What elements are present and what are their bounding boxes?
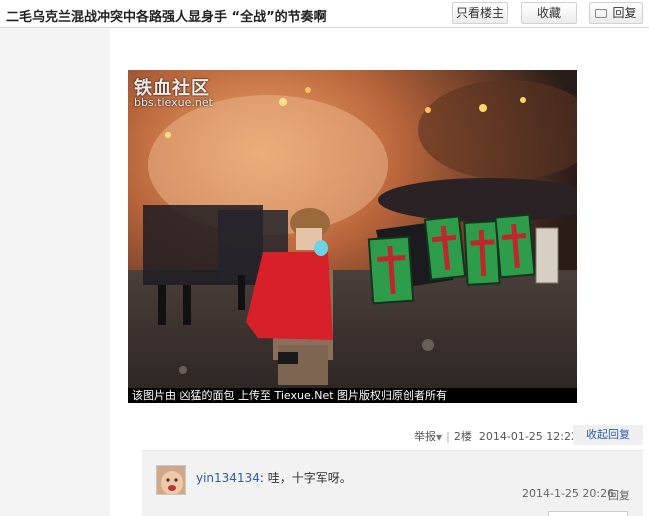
thread-title: 二毛乌克兰混战冲突中各路强人显身手 “全战”的节奏啊 <box>6 10 327 25</box>
post-timestamp: 2014-01-25 12:22 <box>478 430 578 443</box>
image-caption: 该图片由 凶猛的面包 上传至 Tiexue.Net 图片版权归原创者所有 <box>128 388 577 403</box>
thread-header: 二毛乌克兰混战冲突中各路强人显身手 “全战”的节奏啊 只看楼主 收藏 回复 <box>0 0 649 28</box>
post-image[interactable]: 铁血社区 bbs.tiexue.net 该图片由 凶猛的面包 上传至 Tiexu… <box>128 70 577 403</box>
post-meta: 举报▼ | 2楼 2014-01-25 12:22 <box>414 428 578 444</box>
meta-divider: | <box>446 430 450 443</box>
protest-scene-illustration <box>128 70 577 403</box>
comment-icon <box>595 9 608 18</box>
reply-separator: : <box>259 471 268 485</box>
baby-face-icon <box>157 466 185 494</box>
watermark-url: bbs.tiexue.net <box>134 96 213 109</box>
reply-button[interactable]: 回复 <box>589 2 643 24</box>
reply-timestamp: 2014-1-25 20:26 <box>522 487 615 500</box>
reply-input[interactable] <box>548 511 628 516</box>
floor-number: 2楼 <box>453 430 472 443</box>
report-link[interactable]: 举报 <box>414 430 436 443</box>
list-item: yin134134: 哇，十字军呀。 <box>196 469 352 486</box>
only-op-button[interactable]: 只看楼主 <box>452 2 508 24</box>
reply-button-label: 回复 <box>612 6 637 20</box>
author-sidebar <box>0 29 110 516</box>
reply-reply-link[interactable]: 回复 <box>608 487 630 503</box>
collapse-replies-button[interactable]: 收起回复 <box>573 425 643 445</box>
caret-down-icon[interactable]: ▼ <box>436 433 442 442</box>
avatar[interactable] <box>156 465 186 495</box>
favorite-button[interactable]: 收藏 <box>521 2 577 24</box>
reply-text: 哇，十字军呀。 <box>267 471 352 485</box>
reply-username[interactable]: yin134134 <box>196 471 260 485</box>
reply-list: yin134134: 哇，十字军呀。 2014-1-25 20:26 回复 <box>142 450 643 516</box>
